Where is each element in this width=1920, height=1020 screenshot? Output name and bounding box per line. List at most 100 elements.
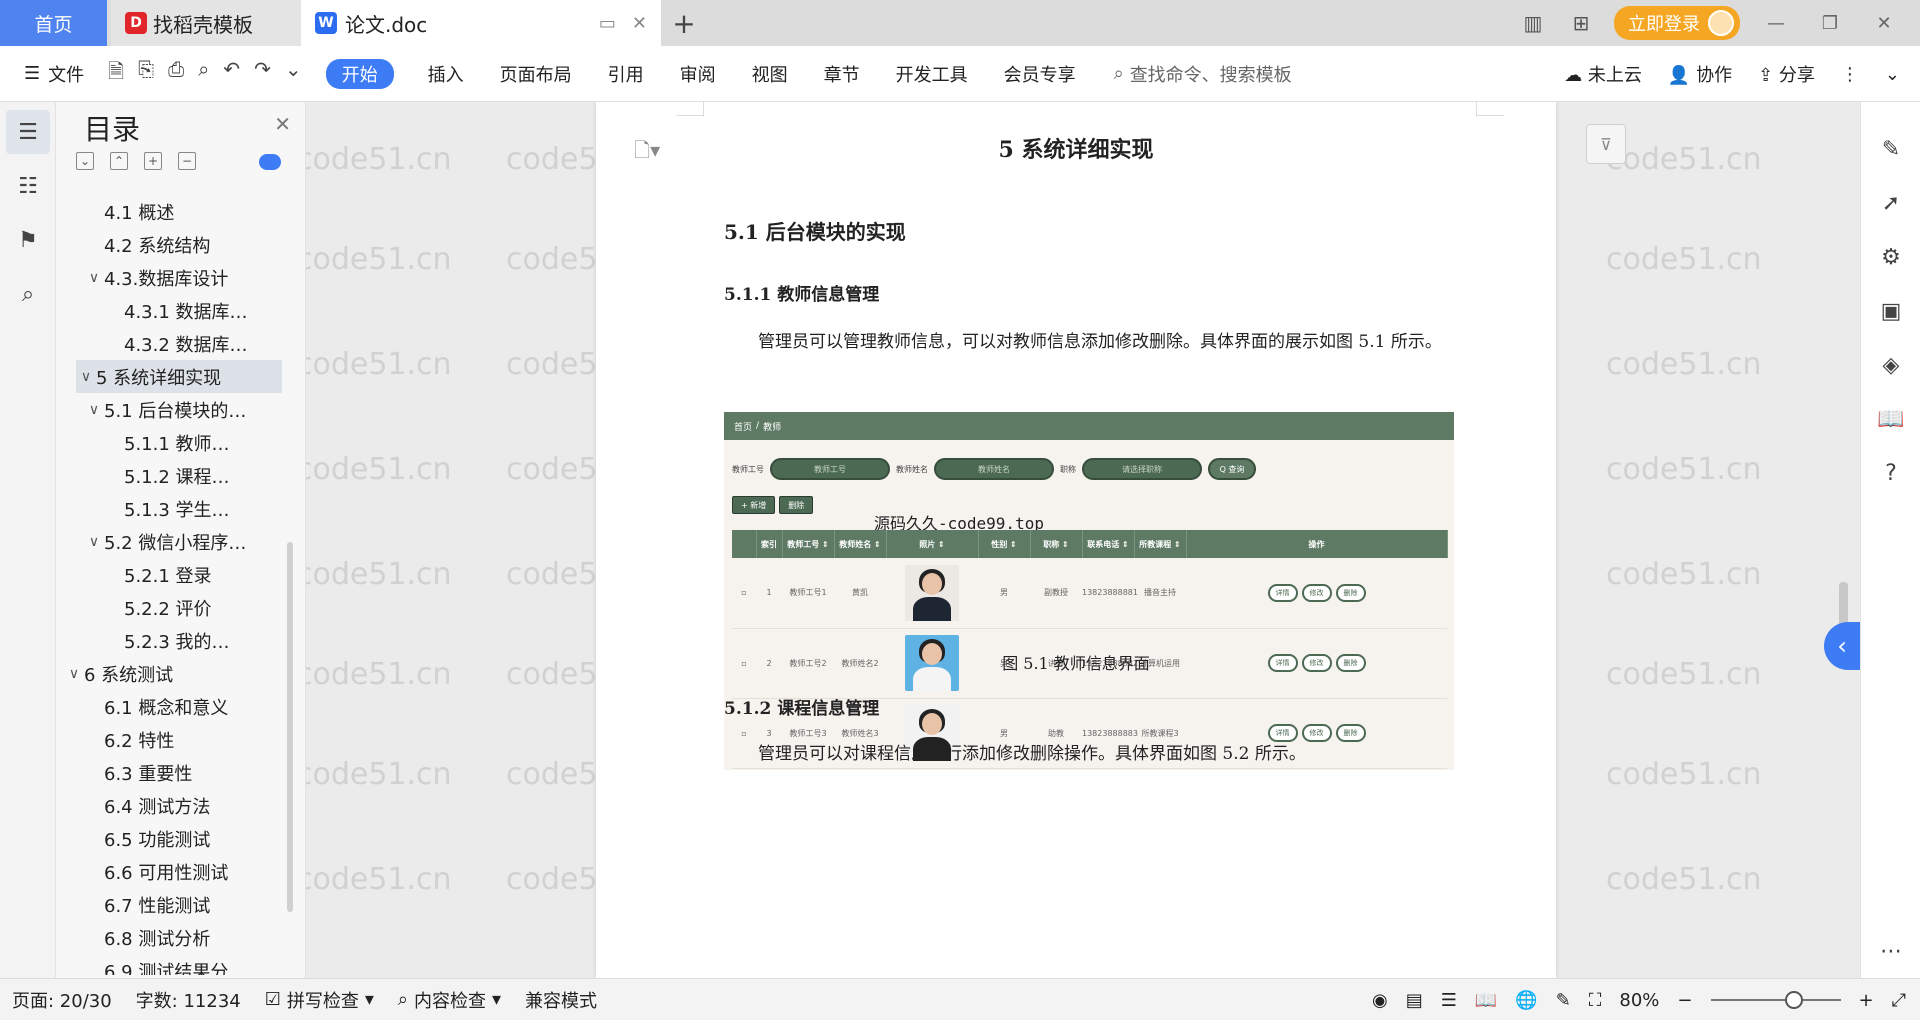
share-button[interactable]: ⇪ 分享 [1758, 61, 1815, 87]
tab-chapter[interactable]: 章节 [806, 61, 878, 87]
word-count[interactable]: 字数: 11234 [124, 987, 253, 1013]
fullscreen-icon[interactable]: ⤢ [1892, 990, 1906, 1011]
toc-item[interactable]: 5.2.1 登录 [56, 558, 296, 591]
outline-view-icon[interactable]: ☰ [1441, 990, 1457, 1011]
preview-icon[interactable]: ⌕ [198, 57, 209, 91]
web-view-icon[interactable]: 🌐 [1515, 990, 1537, 1011]
chevron-down-icon[interactable]: ∨ [64, 666, 84, 682]
fit-page-icon[interactable]: ⛶ [1589, 990, 1602, 1011]
zoom-slider[interactable] [1710, 991, 1841, 1009]
more-options-icon[interactable]: ⋯ [1861, 924, 1920, 978]
apps-grid-icon[interactable]: ⊞ [1566, 11, 1596, 35]
content-check[interactable]: ⌕ 内容检查 ▾ [386, 987, 513, 1013]
tab-review[interactable]: 审阅 [662, 61, 734, 87]
toc-toggle-icon[interactable] [259, 154, 281, 170]
zoom-in-icon[interactable]: + [1859, 990, 1874, 1011]
add-heading-icon[interactable]: + [144, 152, 162, 170]
tab-insert[interactable]: 插入 [410, 61, 482, 87]
tab-view[interactable]: 视图 [734, 61, 806, 87]
toc-item[interactable]: 6.6 可用性测试 [56, 855, 296, 888]
zoom-level[interactable]: 80% [1619, 990, 1659, 1011]
pen-icon[interactable]: ✎ [1861, 122, 1920, 176]
find-icon[interactable]: ⌕ [6, 272, 50, 316]
chevron-down-icon[interactable]: ∨ [84, 534, 104, 550]
toc-item[interactable]: 6.5 功能测试 [56, 822, 296, 855]
minimize-icon[interactable]: — [1758, 13, 1794, 34]
toc-item[interactable]: 4.2 系统结构 [56, 228, 296, 261]
collapse-all-icon[interactable]: ⌃ [110, 152, 128, 170]
save-icon[interactable]: 🗎 [108, 57, 124, 91]
toc-item[interactable]: 4.3.1 数据库… [56, 294, 296, 327]
toc-item[interactable]: 5.1.2 课程… [56, 459, 296, 492]
export-icon[interactable]: ⎘ [138, 57, 154, 91]
close-window-icon[interactable]: ✕ [1866, 13, 1902, 34]
toc-item[interactable]: 6.3 重要性 [56, 756, 296, 789]
login-button[interactable]: 立即登录 [1614, 6, 1740, 40]
help-icon[interactable]: ? [1861, 446, 1920, 500]
layout-icon[interactable]: ▥ [1518, 11, 1548, 35]
tab-reference[interactable]: 引用 [590, 61, 662, 87]
tab-member[interactable]: 会员专享 [986, 61, 1094, 87]
chevron-down-icon[interactable]: ∨ [84, 270, 104, 286]
toc-item[interactable]: 6.1 概念和意义 [56, 690, 296, 723]
monitor-icon[interactable]: ▭ [599, 13, 616, 34]
toc-item[interactable]: 5.2.3 我的… [56, 624, 296, 657]
toc-item[interactable]: 6.9 测试结果分 [56, 954, 296, 976]
cloud-status[interactable]: ☁ 未上云 [1564, 61, 1642, 87]
tab-document[interactable]: W 论文.doc ▭ ✕ [301, 0, 661, 46]
toc-item[interactable]: 4.1 概述 [56, 195, 296, 228]
toc-item[interactable]: 5.2.2 评价 [56, 591, 296, 624]
outline-icon[interactable]: ☰ [6, 110, 50, 154]
print-icon[interactable]: ⎙ [168, 57, 184, 91]
close-tab-icon[interactable]: ✕ [632, 13, 647, 34]
restore-icon[interactable]: ❐ [1812, 13, 1848, 34]
tab-home[interactable]: 首页 [0, 0, 107, 46]
eye-protect-icon[interactable]: ◉ [1372, 990, 1388, 1011]
toc-item[interactable]: 6.7 性能测试 [56, 888, 296, 921]
toc-item[interactable]: 6.4 测试方法 [56, 789, 296, 822]
write-mode-icon[interactable]: ✎ [1556, 990, 1571, 1011]
read-mode-icon[interactable]: 📖 [1475, 990, 1497, 1011]
page-format-icon[interactable]: ⊽ [1586, 124, 1626, 164]
chevron-down-icon[interactable]: ∨ [76, 369, 96, 385]
cursor-icon[interactable]: ➚ [1861, 176, 1920, 230]
chevron-down-icon[interactable]: ∨ [84, 402, 104, 418]
bookmark-icon[interactable]: ⚑ [6, 218, 50, 262]
document-scrollbar[interactable] [1836, 102, 1850, 978]
file-menu[interactable]: ☰ 文件 [0, 61, 108, 87]
toc-item[interactable]: 4.3.2 数据库… [56, 327, 296, 360]
close-icon[interactable]: ✕ [274, 112, 291, 136]
expand-all-icon[interactable]: ⌄ [76, 152, 94, 170]
sliders-icon[interactable]: ⚙ [1861, 230, 1920, 284]
tab-start[interactable]: 开始 [325, 58, 394, 89]
navigation-icon[interactable]: ☷ [6, 164, 50, 208]
toc-item[interactable]: 6.8 测试分析 [56, 921, 296, 954]
command-search[interactable]: ⌕ 查找命令、搜索模板 [1114, 61, 1292, 87]
toc-item[interactable]: 5.1.3 学生… [56, 492, 296, 525]
tab-developer[interactable]: 开发工具 [878, 61, 986, 87]
tab-page-layout[interactable]: 页面布局 [482, 61, 590, 87]
chevron-down-icon[interactable]: ⌄ [285, 57, 302, 91]
toc-item[interactable]: ∨ 5.1 后台模块的… [56, 393, 296, 426]
redo-icon[interactable]: ↷ [254, 57, 271, 91]
new-tab-button[interactable]: + [661, 0, 707, 46]
zoom-knob[interactable] [1784, 991, 1803, 1009]
toc-item[interactable]: ∨ 5 系统详细实现 [76, 360, 282, 393]
remove-heading-icon[interactable]: − [178, 152, 196, 170]
more-icon[interactable]: ⋮ [1841, 64, 1859, 85]
toc-scrollbar[interactable] [287, 542, 293, 912]
reader-icon[interactable]: 📖 [1861, 392, 1920, 446]
toc-item[interactable]: 5.1.1 教师… [56, 426, 296, 459]
collapse-ribbon-icon[interactable]: ⌄ [1885, 64, 1900, 85]
page-count[interactable]: 页面: 20/30 [0, 987, 124, 1013]
toc-item[interactable]: 6.2 特性 [56, 723, 296, 756]
image-tools-icon[interactable]: ▣ [1861, 284, 1920, 338]
document-page[interactable]: 🗋▾ 5 系统详细实现 5.1 后台模块的实现 5.1.1 教师信息管理 管理员… [596, 102, 1556, 978]
compass-icon[interactable]: ◈ [1861, 338, 1920, 392]
tab-template[interactable]: D 找稻壳模板 [111, 0, 301, 46]
toc-item[interactable]: ∨ 5.2 微信小程序… [56, 525, 296, 558]
spell-check[interactable]: ☑ 拼写检查 ▾ [253, 987, 386, 1013]
toc-item[interactable]: ∨ 4.3.数据库设计 [56, 261, 296, 294]
zoom-out-icon[interactable]: − [1677, 990, 1692, 1011]
page-view-icon[interactable]: ▤ [1406, 990, 1423, 1011]
